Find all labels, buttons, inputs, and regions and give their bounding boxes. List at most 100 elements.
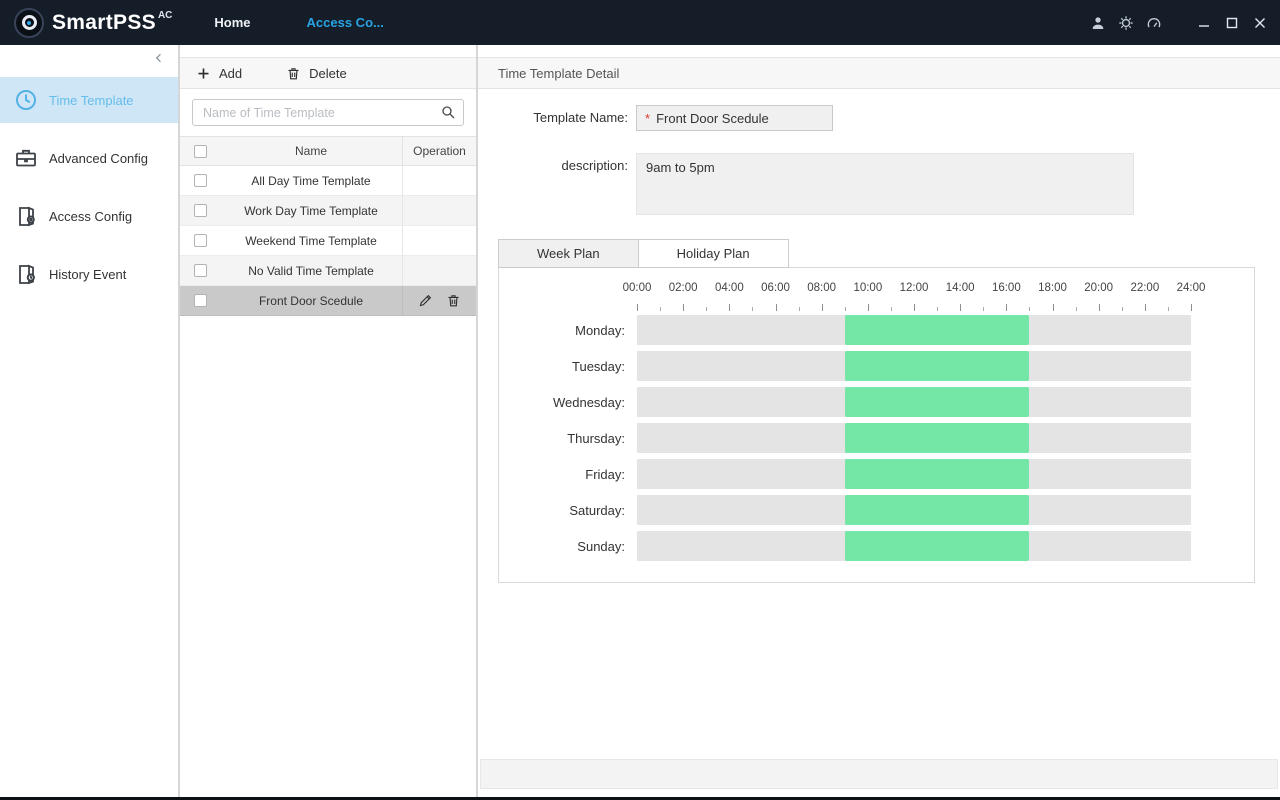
search-icon[interactable] — [440, 104, 456, 125]
performance-gauge-icon[interactable] — [1140, 9, 1168, 37]
sidebar-item-access-config[interactable]: Access Config — [0, 193, 178, 239]
time-ruler: 00:0002:0004:0006:0008:0010:0012:0014:00… — [637, 282, 1191, 312]
sidebar-item-time-template[interactable]: Time Template — [0, 77, 178, 123]
column-header-operation: Operation — [402, 137, 476, 165]
tab-access-control[interactable]: Access Co... — [307, 15, 384, 30]
template-name-field[interactable]: * — [636, 105, 833, 131]
row-name: All Day Time Template — [220, 166, 402, 195]
table-row[interactable]: All Day Time Template — [180, 166, 476, 196]
table-row[interactable]: Weekend Time Template — [180, 226, 476, 256]
tab-holiday-plan[interactable]: Holiday Plan — [638, 239, 789, 268]
edit-icon[interactable] — [417, 292, 435, 310]
row-checkbox[interactable] — [180, 226, 220, 255]
time-label: 12:00 — [900, 282, 929, 294]
sidebar: Time Template Advanced Config — [0, 45, 180, 797]
top-tabs: Home Access Co... — [214, 15, 383, 30]
column-header-name: Name — [220, 137, 402, 165]
row-checkbox[interactable] — [180, 286, 220, 315]
table-row[interactable]: Front Door Scedule — [180, 286, 476, 316]
day-label: Monday: — [499, 323, 637, 338]
schedule-segment[interactable] — [845, 315, 1030, 345]
ruler-tick — [914, 304, 915, 311]
gear-icon[interactable] — [1112, 9, 1140, 37]
tab-home[interactable]: Home — [214, 15, 250, 30]
time-label: 22:00 — [1130, 282, 1159, 294]
day-row: Tuesday: — [499, 348, 1254, 384]
row-checkbox[interactable] — [180, 166, 220, 195]
ruler-tick — [1145, 304, 1146, 311]
app-body: Time Template Advanced Config — [0, 45, 1280, 797]
week-schedule: 00:0002:0004:0006:0008:0010:0012:0014:00… — [498, 267, 1255, 583]
row-operations — [402, 166, 476, 195]
app-logo-icon — [14, 8, 44, 38]
day-row: Saturday: — [499, 492, 1254, 528]
table-row[interactable]: Work Day Time Template — [180, 196, 476, 226]
schedule-segment[interactable] — [845, 351, 1030, 381]
schedule-segment[interactable] — [845, 531, 1030, 561]
detail-footer — [480, 759, 1278, 789]
trash-icon — [286, 66, 301, 81]
time-label: 08:00 — [807, 282, 836, 294]
template-table: Name Operation All Day Time TemplateWork… — [180, 136, 476, 797]
day-track[interactable] — [637, 351, 1191, 381]
day-label: Wednesday: — [499, 395, 637, 410]
time-label: 06:00 — [761, 282, 790, 294]
app-brand: SmartPSS AC — [14, 6, 172, 40]
detail-header: Time Template Detail — [478, 57, 1280, 89]
plus-icon — [196, 66, 211, 81]
day-track[interactable] — [637, 495, 1191, 525]
row-operations — [402, 226, 476, 255]
schedule-segment[interactable] — [845, 423, 1030, 453]
ruler-tick — [1029, 307, 1030, 311]
day-track[interactable] — [637, 423, 1191, 453]
day-row: Sunday: — [499, 528, 1254, 564]
day-track[interactable] — [637, 315, 1191, 345]
schedule-segment[interactable] — [845, 387, 1030, 417]
ruler-tick — [1191, 304, 1192, 311]
sidebar-item-label: History Event — [49, 267, 126, 282]
delete-button[interactable]: Delete — [286, 66, 347, 81]
day-track[interactable] — [637, 387, 1191, 417]
minimize-button[interactable] — [1190, 9, 1218, 37]
schedule-segment[interactable] — [845, 495, 1030, 525]
row-name: No Valid Time Template — [220, 256, 402, 285]
briefcase-icon — [14, 146, 38, 170]
close-button[interactable] — [1246, 9, 1274, 37]
sidebar-item-advanced-config[interactable]: Advanced Config — [0, 135, 178, 181]
table-row[interactable]: No Valid Time Template — [180, 256, 476, 286]
user-icon[interactable] — [1084, 9, 1112, 37]
trash-icon[interactable] — [445, 292, 463, 310]
day-track[interactable] — [637, 459, 1191, 489]
ruler-tick — [776, 304, 777, 311]
schedule-segment[interactable] — [845, 459, 1030, 489]
add-button[interactable]: Add — [196, 66, 242, 81]
ruler-tick — [1053, 304, 1054, 311]
ruler-tick — [729, 304, 730, 311]
row-checkbox[interactable] — [180, 256, 220, 285]
app-name: SmartPSS — [52, 6, 156, 40]
tab-week-plan[interactable]: Week Plan — [498, 239, 639, 268]
day-label: Tuesday: — [499, 359, 637, 374]
list-toolbar: Add Delete — [180, 57, 476, 89]
search-input[interactable] — [192, 99, 464, 126]
sidebar-item-history-event[interactable]: History Event — [0, 251, 178, 297]
ruler-tick — [983, 307, 984, 311]
collapse-sidebar-icon[interactable] — [152, 51, 170, 69]
row-checkbox[interactable] — [180, 196, 220, 225]
description-input[interactable]: 9am to 5pm — [636, 153, 1134, 215]
row-name: Work Day Time Template — [220, 196, 402, 225]
time-label: 00:00 — [623, 282, 652, 294]
sidebar-item-label: Time Template — [49, 93, 134, 108]
detail-panel: Time Template Detail Template Name: * de… — [478, 45, 1280, 797]
description-row: description: 9am to 5pm — [498, 153, 1255, 215]
select-all-checkbox[interactable] — [180, 137, 220, 165]
ruler-tick — [706, 307, 707, 311]
day-label: Thursday: — [499, 431, 637, 446]
ruler-tick — [752, 307, 753, 311]
template-name-input[interactable] — [656, 111, 824, 126]
app-badge: AC — [158, 10, 172, 21]
day-track[interactable] — [637, 531, 1191, 561]
maximize-button[interactable] — [1218, 9, 1246, 37]
day-label: Sunday: — [499, 539, 637, 554]
row-operations — [402, 256, 476, 285]
